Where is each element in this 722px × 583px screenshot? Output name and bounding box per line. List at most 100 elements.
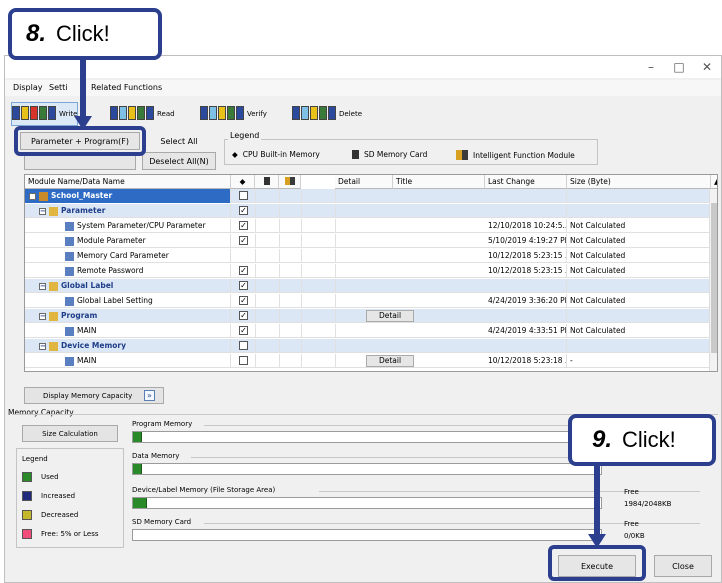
detail-button[interactable]: Detail <box>366 310 414 322</box>
collapse-icon[interactable]: − <box>39 282 46 290</box>
read-button[interactable]: Read <box>109 102 176 126</box>
delete-icon <box>292 106 337 122</box>
collapse-icon[interactable]: − <box>29 192 36 200</box>
size-calculation-button[interactable]: Size Calculation <box>22 425 118 442</box>
size-cell <box>567 309 711 323</box>
row-name-label: System Parameter/CPU Parameter <box>77 221 206 230</box>
table-group-row[interactable]: − Parameter ✓ <box>25 204 711 218</box>
cell-divider <box>255 339 256 353</box>
scrollbar-thumb[interactable] <box>711 203 717 353</box>
row-name-cell: − School_Master <box>25 189 231 203</box>
row-checkbox[interactable]: ✓ <box>239 296 248 305</box>
last-change-cell: 12/10/2018 10:24:5... <box>485 219 567 233</box>
minimize-button[interactable]: – <box>637 60 665 74</box>
row-checkbox[interactable]: ✓ <box>239 221 248 230</box>
col-header-detail[interactable]: Detail <box>335 175 393 189</box>
table-row[interactable]: MAIN ✓ 4/24/2019 4:33:51 PM Not Calculated <box>25 324 711 338</box>
free-label: Free <box>624 488 639 496</box>
cell-divider <box>335 189 336 203</box>
table-row[interactable]: MAIN Detail 10/12/2018 5:23:18 ... - <box>25 354 711 368</box>
close-button[interactable]: Close <box>654 555 712 577</box>
row-checkbox[interactable]: ✓ <box>239 236 248 245</box>
menu-related-functions[interactable]: Related Functions <box>91 83 162 92</box>
table-row[interactable]: Global Label Setting ✓ 4/24/2019 3:36:20 P… <box>25 294 711 308</box>
table-row[interactable]: Module Parameter ✓ 5/10/2019 4:19:27 PM Not… <box>25 234 711 248</box>
row-checkbox[interactable]: ✓ <box>239 281 248 290</box>
collapse-icon[interactable]: − <box>39 312 46 320</box>
col-header-cpu: ◆ <box>231 175 255 189</box>
sd-card-icon <box>352 150 359 159</box>
legend-label: Free: 5% or Less <box>41 530 99 538</box>
cell-divider <box>301 264 302 278</box>
table-group-row[interactable]: − Device Memory <box>25 339 711 353</box>
size-cell: Not Calculated <box>567 324 711 338</box>
menu-display[interactable]: Display <box>13 83 43 92</box>
cell-divider <box>335 264 336 278</box>
legend-label: Decreased <box>41 511 79 519</box>
row-checkbox[interactable]: ✓ <box>239 326 248 335</box>
legend-title: Legend <box>228 131 262 140</box>
row-name-label: Global Label Setting <box>77 296 153 305</box>
deselect-all-button[interactable]: Deselect All(N) <box>142 152 216 170</box>
cell-divider <box>279 219 280 233</box>
cell-divider <box>335 294 336 308</box>
size-cell <box>567 204 711 218</box>
row-checkbox[interactable]: ✓ <box>239 311 248 320</box>
data-item-icon <box>65 236 74 246</box>
maximize-button[interactable]: □ <box>665 60 693 74</box>
last-change-cell <box>485 279 567 293</box>
verify-button[interactable]: Verify <box>199 102 268 126</box>
scroll-up-icon[interactable]: ▲ <box>711 175 717 189</box>
col-header-name[interactable]: Module Name/Data Name <box>25 175 231 189</box>
detail-button[interactable]: Detail <box>366 355 414 367</box>
data-item-icon <box>65 221 74 231</box>
collapse-icon[interactable]: − <box>39 207 46 215</box>
row-checkbox[interactable]: ✓ <box>239 206 248 215</box>
table-group-row[interactable]: − School_Master <box>25 189 711 203</box>
row-checkbox[interactable] <box>239 191 248 200</box>
col-header-sd <box>255 175 279 189</box>
close-window-button[interactable]: ✕ <box>693 60 721 74</box>
cell-divider <box>255 294 256 308</box>
table-row[interactable]: Memory Card Parameter 10/12/2018 5:23:15 … <box>25 249 711 263</box>
row-name-cell: Memory Card Parameter <box>25 249 231 263</box>
row-name-label: Program <box>61 311 98 320</box>
legend-swatch <box>22 491 32 501</box>
callout-8-number: 8. <box>26 20 47 47</box>
read-label: Read <box>157 110 175 118</box>
row-checkbox[interactable] <box>239 356 248 365</box>
last-change-cell: 10/12/2018 5:23:15 ... <box>485 249 567 263</box>
cell-divider <box>279 264 280 278</box>
legend-sd-label: SD Memory Card <box>364 150 428 159</box>
table-scrollbar[interactable] <box>709 189 717 371</box>
last-change-cell: 10/12/2018 5:23:18 ... <box>485 354 567 368</box>
write-button[interactable]: Write <box>11 102 79 126</box>
col-header-title[interactable]: Title <box>393 175 485 189</box>
free-label: Free <box>624 520 639 528</box>
delete-button[interactable]: Delete <box>291 102 363 126</box>
table-group-row[interactable]: − Program ✓ Detail <box>25 309 711 323</box>
write-icon <box>12 106 57 122</box>
row-checkbox[interactable] <box>239 341 248 350</box>
menu-setting[interactable]: Setti <box>49 83 68 92</box>
collapse-icon[interactable]: − <box>39 342 46 350</box>
col-header-size[interactable]: Size (Byte) <box>567 175 711 189</box>
table-row[interactable]: System Parameter/CPU Parameter ✓ 12/10/201… <box>25 219 711 233</box>
cell-divider <box>335 309 336 323</box>
cell-divider <box>255 204 256 218</box>
col-header-last-change[interactable]: Last Change <box>485 175 567 189</box>
select-all-button[interactable]: Select All <box>142 132 216 150</box>
callout-8-text: Click! <box>56 21 110 46</box>
verify-label: Verify <box>247 110 267 118</box>
legend-label: Used <box>41 473 59 481</box>
display-memory-capacity-toggle[interactable]: Display Memory Capacity » <box>24 387 164 404</box>
folder-icon <box>49 311 58 321</box>
row-name-label: MAIN <box>77 356 97 365</box>
table-row[interactable]: Remote Password ✓ 10/12/2018 5:23:15 ... No… <box>25 264 711 278</box>
memory-used-fill <box>133 464 143 474</box>
last-change-cell <box>485 339 567 353</box>
size-cell: Not Calculated <box>567 234 711 248</box>
row-checkbox[interactable]: ✓ <box>239 266 248 275</box>
cell-divider <box>335 279 336 293</box>
table-group-row[interactable]: − Global Label ✓ <box>25 279 711 293</box>
